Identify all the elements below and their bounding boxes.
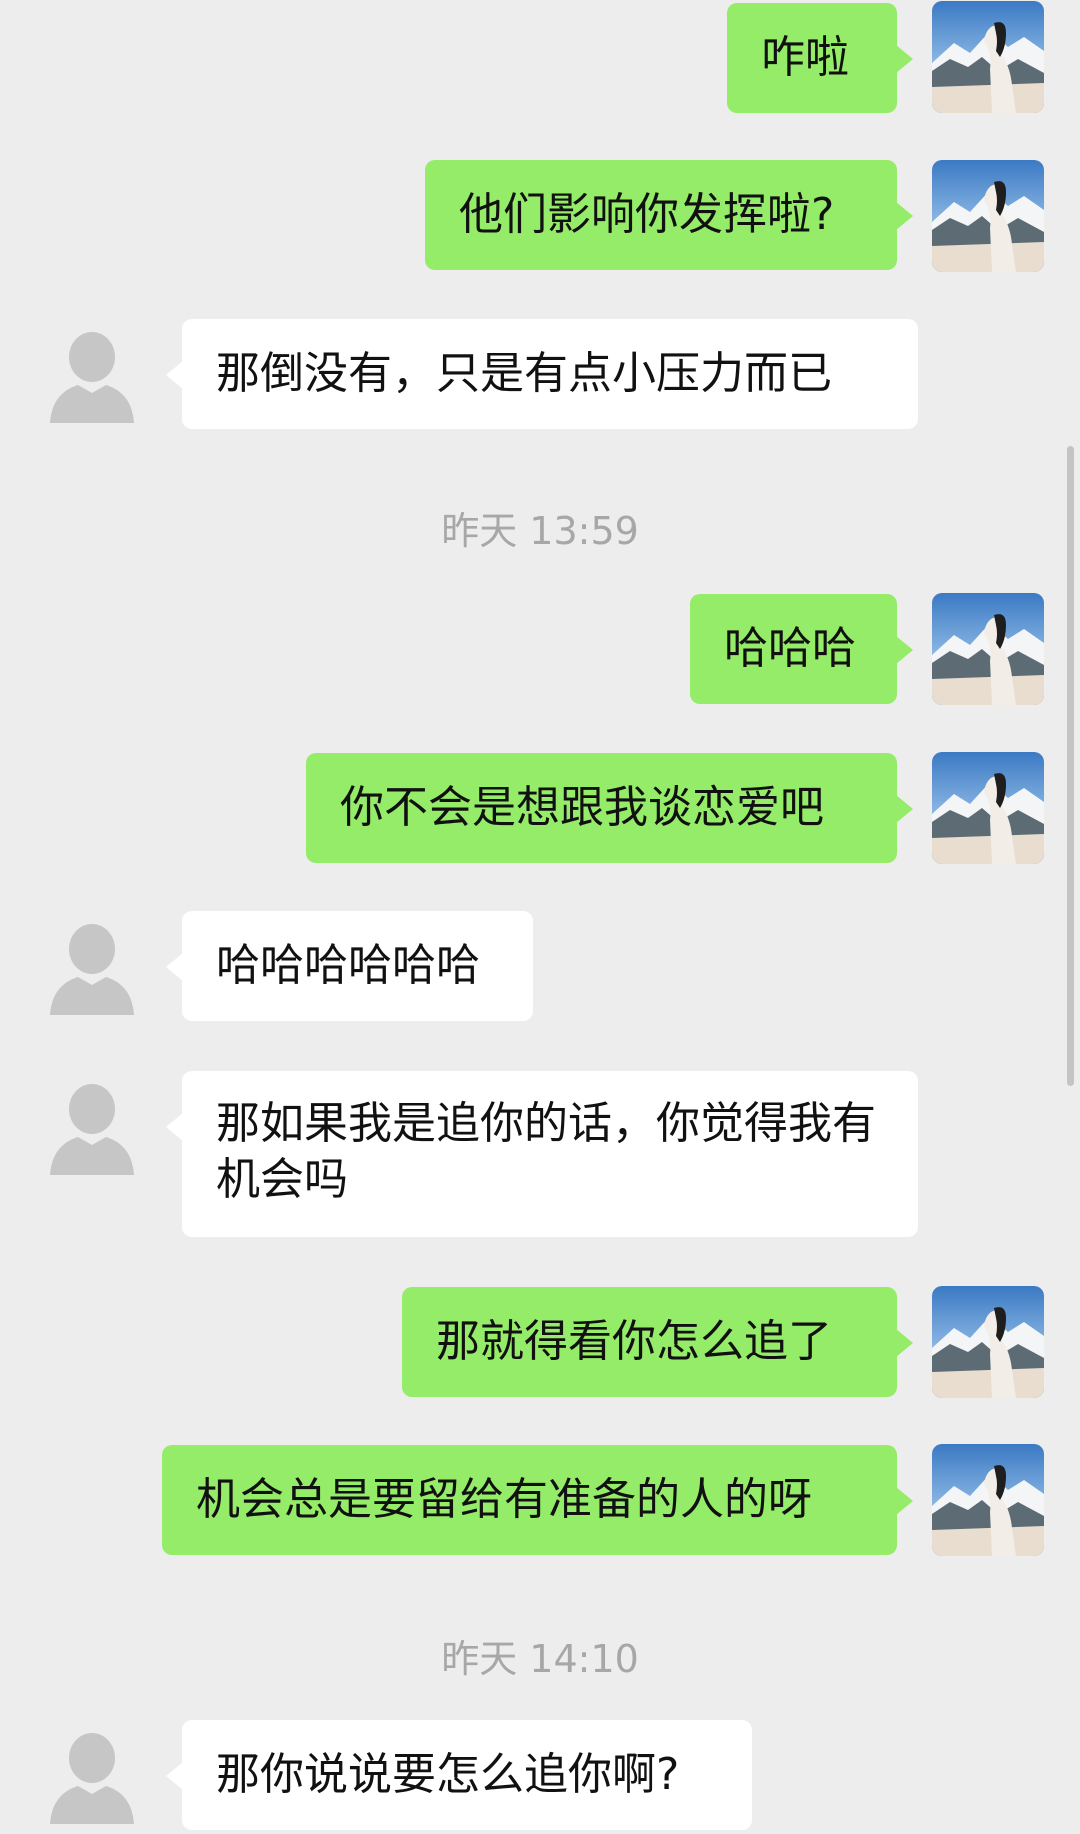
message-bubble-sent[interactable]: 他们影响你发挥啦? (425, 160, 913, 270)
chat-message-list[interactable]: 咋啦 他们影响你发挥啦? 那倒没有，只是有点小压力而已 昨天 13:59 哈哈哈… (0, 0, 1080, 1834)
contact-avatar-icon[interactable] (36, 319, 148, 431)
message-bubble-sent[interactable]: 咋啦 (727, 3, 913, 113)
message-bubble-sent[interactable]: 哈哈哈 (690, 594, 913, 704)
chat-scrollbar[interactable] (1067, 446, 1074, 1086)
message-bubble-sent[interactable]: 你不会是想跟我谈恋爱吧 (306, 753, 913, 863)
message-text: 那倒没有，只是有点小压力而已 (216, 348, 832, 399)
own-avatar-icon[interactable] (932, 1444, 1044, 1556)
message-bubble-sent[interactable]: 机会总是要留给有准备的人的呀 (162, 1445, 913, 1555)
message-text: 你不会是想跟我谈恋爱吧 (340, 782, 824, 833)
contact-avatar-icon[interactable] (36, 911, 148, 1023)
message-text: 那如果我是追你的话，你觉得我有机会吗 (216, 1098, 876, 1205)
timestamp: 昨天 13:59 (441, 509, 639, 553)
own-avatar-icon[interactable] (932, 1286, 1044, 1398)
message-text: 咋啦 (761, 32, 849, 83)
contact-avatar-icon[interactable] (36, 1071, 148, 1183)
own-avatar-icon[interactable] (932, 593, 1044, 705)
message-bubble-received[interactable]: 那你说说要怎么追你啊? (166, 1720, 752, 1830)
message-text: 他们影响你发挥啦? (459, 189, 835, 240)
own-avatar-icon[interactable] (932, 1, 1044, 113)
message-bubble-received[interactable]: 那如果我是追你的话，你觉得我有机会吗 (166, 1071, 918, 1237)
message-bubble-received[interactable]: 那倒没有，只是有点小压力而已 (166, 319, 918, 429)
message-text: 哈哈哈哈哈哈 (216, 940, 480, 991)
message-text: 机会总是要留给有准备的人的呀 (196, 1474, 812, 1525)
message-bubble-received[interactable]: 哈哈哈哈哈哈 (166, 911, 533, 1021)
own-avatar-icon[interactable] (932, 160, 1044, 272)
message-bubble-sent[interactable]: 那就得看你怎么追了 (402, 1287, 913, 1397)
timestamp: 昨天 14:10 (441, 1637, 639, 1681)
message-text: 那就得看你怎么追了 (436, 1316, 832, 1367)
message-text: 那你说说要怎么追你啊? (216, 1749, 680, 1800)
contact-avatar-icon[interactable] (36, 1720, 148, 1832)
message-text: 哈哈哈 (724, 623, 856, 674)
own-avatar-icon[interactable] (932, 752, 1044, 864)
